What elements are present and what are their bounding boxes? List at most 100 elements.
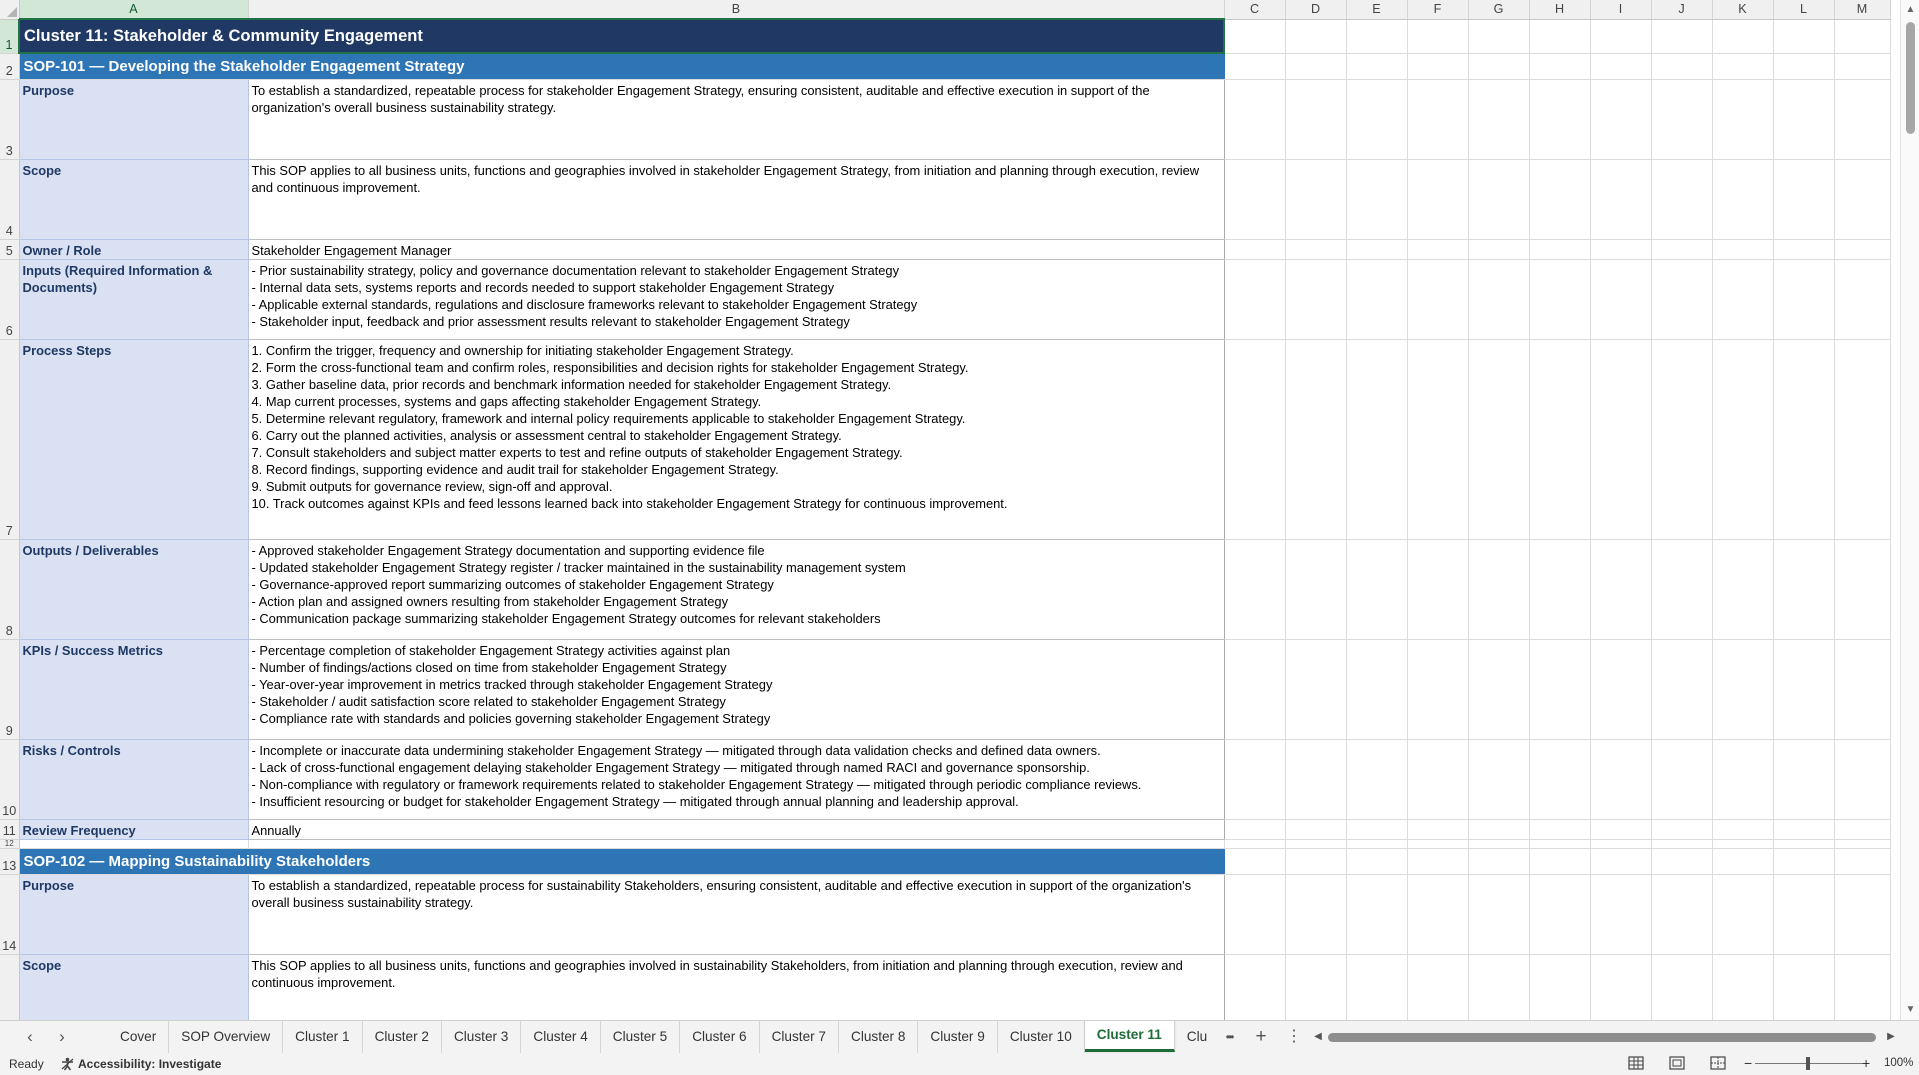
column-header-l[interactable]: L [1773, 0, 1835, 20]
cell[interactable] [1224, 79, 1286, 160]
cell[interactable] [1773, 639, 1835, 740]
row-header[interactable]: 14 [0, 874, 20, 955]
cell[interactable] [1468, 954, 1530, 1020]
cell[interactable] [1285, 159, 1347, 240]
column-header-m[interactable]: M [1834, 0, 1891, 20]
cell[interactable] [1529, 874, 1591, 955]
cell[interactable] [1590, 239, 1652, 260]
cell[interactable] [1529, 954, 1591, 1020]
cell[interactable] [1224, 159, 1286, 240]
sheet-tab[interactable]: Cluster 8 [839, 1021, 919, 1053]
cell[interactable] [1773, 848, 1835, 875]
cell[interactable] [1468, 259, 1530, 340]
cell[interactable] [1651, 19, 1713, 54]
cell[interactable] [1834, 874, 1891, 955]
cell[interactable] [1590, 19, 1652, 54]
chevron-left-icon[interactable]: ‹ [20, 1027, 40, 1047]
review-frequency-value[interactable]: Annually [248, 819, 1225, 840]
cell[interactable] [1651, 954, 1713, 1020]
cell[interactable] [1346, 848, 1408, 875]
kpis-label[interactable]: KPIs / Success Metrics [19, 639, 249, 740]
cell[interactable] [1407, 739, 1469, 820]
zoom-slider-thumb[interactable] [1806, 1057, 1810, 1070]
cell[interactable] [1468, 79, 1530, 160]
cell[interactable] [1407, 259, 1469, 340]
cell[interactable] [1224, 19, 1286, 54]
cell[interactable] [1346, 874, 1408, 955]
cell[interactable] [1712, 239, 1774, 260]
cell[interactable] [1468, 839, 1530, 849]
cell[interactable] [1285, 874, 1347, 955]
cell[interactable] [1773, 954, 1835, 1020]
zoom-level[interactable]: 100% [1884, 1057, 1913, 1069]
purpose-label[interactable]: Purpose [19, 79, 249, 160]
scroll-right-icon[interactable]: ▶ [1884, 1030, 1898, 1044]
grid-view-icon[interactable] [1627, 1055, 1649, 1073]
cell[interactable] [1834, 539, 1891, 640]
cell[interactable] [1224, 239, 1286, 260]
cell[interactable] [1834, 954, 1891, 1020]
cell[interactable] [1712, 639, 1774, 740]
inputs-label[interactable]: Inputs (Required Information & Documents… [19, 259, 249, 340]
row-header[interactable]: 3 [0, 79, 20, 160]
cell[interactable] [1285, 819, 1347, 840]
process-steps-label[interactable]: Process Steps [19, 339, 249, 540]
cell[interactable] [1773, 539, 1835, 640]
cell[interactable] [1773, 819, 1835, 840]
cell[interactable] [1834, 819, 1891, 840]
cell[interactable] [1529, 639, 1591, 740]
cell[interactable] [1590, 639, 1652, 740]
column-header-a[interactable]: A [19, 0, 249, 20]
cell[interactable] [1712, 819, 1774, 840]
purpose-value[interactable]: To establish a standardized, repeatable … [248, 79, 1225, 160]
column-header-g[interactable]: G [1468, 0, 1530, 20]
cluster-title-cell[interactable]: Cluster 11: Stakeholder & Community Enga… [18, 18, 1225, 54]
select-all-corner[interactable] [0, 0, 20, 20]
cell[interactable] [1834, 639, 1891, 740]
cell[interactable] [1346, 19, 1408, 54]
cell[interactable] [1590, 739, 1652, 820]
cell[interactable] [1407, 53, 1469, 80]
cell[interactable] [1834, 19, 1891, 54]
cell[interactable] [1285, 739, 1347, 820]
cell[interactable] [1285, 839, 1347, 849]
cell[interactable] [1468, 339, 1530, 540]
cell[interactable] [1773, 339, 1835, 540]
cell[interactable] [1834, 339, 1891, 540]
owner-value[interactable]: Stakeholder Engagement Manager [248, 239, 1225, 260]
cell[interactable] [1224, 848, 1286, 875]
column-header-d[interactable]: D [1285, 0, 1347, 20]
add-sheet-icon[interactable]: + [1250, 1027, 1272, 1047]
cell[interactable] [1529, 159, 1591, 240]
cell[interactable] [1407, 639, 1469, 740]
cell[interactable] [1529, 53, 1591, 80]
kpis-value[interactable]: - Percentage completion of stakeholder E… [248, 639, 1225, 740]
cell[interactable] [1529, 848, 1591, 875]
column-header-e[interactable]: E [1346, 0, 1408, 20]
cell[interactable] [1834, 848, 1891, 875]
cell[interactable] [1407, 874, 1469, 955]
cell[interactable] [1285, 79, 1347, 160]
cell[interactable] [1590, 53, 1652, 80]
cell[interactable] [1773, 259, 1835, 340]
sheet-tab[interactable]: Cluster 3 [442, 1021, 522, 1053]
owner-label[interactable]: Owner / Role [19, 239, 249, 260]
row-header[interactable]: 13 [0, 848, 20, 875]
more-sheets-icon[interactable]: ••• [1218, 1027, 1240, 1047]
cell[interactable] [248, 839, 1225, 849]
zoom-in-icon[interactable]: + [1862, 1055, 1870, 1071]
accessibility-status[interactable]: Accessibility: Investigate [78, 1057, 221, 1071]
sop-101-header[interactable]: SOP-101 — Developing the Stakeholder Eng… [19, 53, 1225, 80]
cell[interactable] [1468, 159, 1530, 240]
cell[interactable] [1285, 259, 1347, 340]
cell[interactable] [19, 839, 249, 849]
cell[interactable] [1407, 19, 1469, 54]
cell[interactable] [1590, 874, 1652, 955]
cell[interactable] [1651, 539, 1713, 640]
cell[interactable] [1773, 159, 1835, 240]
cell[interactable] [1773, 53, 1835, 80]
sheet-tab[interactable]: Cluster 6 [680, 1021, 760, 1053]
cell[interactable] [1224, 339, 1286, 540]
cell[interactable] [1224, 53, 1286, 80]
sheet-tab[interactable]: Cluster 5 [601, 1021, 681, 1053]
